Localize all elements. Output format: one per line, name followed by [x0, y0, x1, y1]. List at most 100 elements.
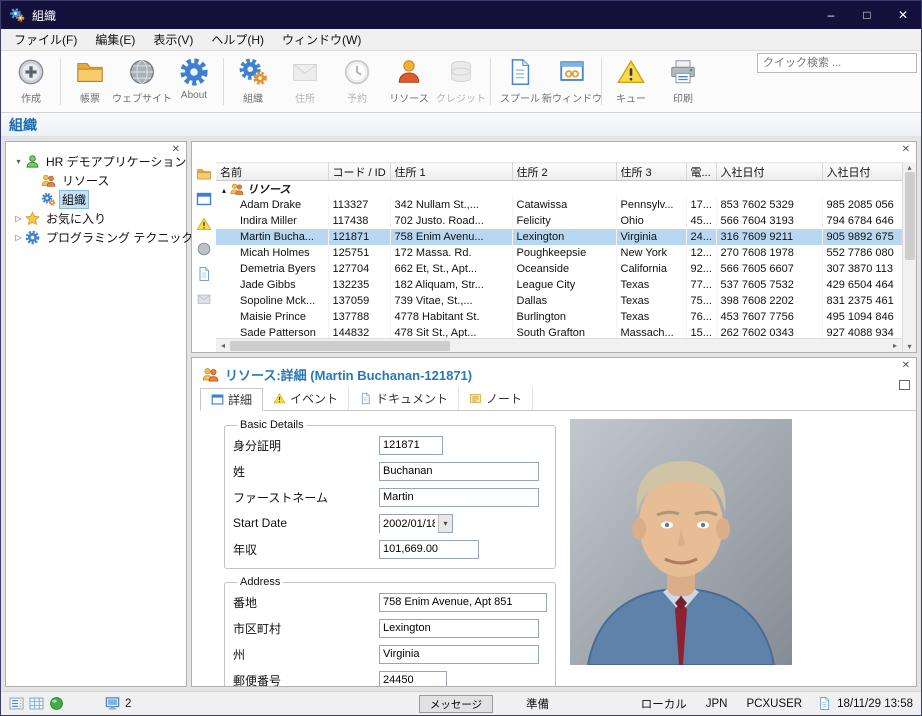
toolbar-button-label: 帳票	[80, 90, 100, 105]
scroll-down-icon[interactable]: ▾	[903, 342, 917, 351]
circle-icon[interactable]	[196, 241, 212, 257]
state-input[interactable]	[379, 645, 539, 664]
toolbar-button-printer[interactable]: 印刷	[657, 51, 709, 112]
street-input[interactable]	[379, 593, 547, 612]
table-row[interactable]: Indira Miller117438702 Justo. Road...Fel…	[216, 213, 902, 229]
last-name-input[interactable]	[379, 462, 539, 481]
table-cell: 853 7602 5329	[716, 197, 822, 213]
start-date-combo[interactable]: ▾	[379, 514, 453, 533]
user-label: PCXUSER	[747, 698, 803, 710]
toolbar-button-doc[interactable]: スプール	[494, 51, 546, 112]
table-cell: Maisie Prince	[216, 309, 328, 325]
folder-icon[interactable]	[196, 166, 212, 182]
menu-item-2[interactable]: 表示(V)	[144, 29, 202, 50]
group-row[interactable]: ▴リソース	[216, 181, 902, 198]
menu-item-0[interactable]: ファイル(F)	[5, 29, 86, 50]
table-cell: 270 7608 1978	[716, 245, 822, 261]
table-cell: 75...	[686, 293, 716, 309]
table-row[interactable]: Maisie Prince1377884778 Habitant St.Burl…	[216, 309, 902, 325]
float-panel-icon[interactable]	[899, 380, 910, 390]
column-header-5[interactable]: 電...	[686, 163, 716, 181]
table-row[interactable]: Sopoline Mck...137059739 Vitae, St.,...D…	[216, 293, 902, 309]
doc-icon[interactable]	[196, 266, 212, 282]
zip-input[interactable]	[379, 671, 447, 688]
toolbar-button-person[interactable]: リソース	[383, 51, 435, 112]
mail-icon[interactable]	[196, 291, 212, 307]
message-button[interactable]: メッセージ	[419, 695, 493, 713]
details-tabs: 詳細イベントドキュメントノート	[200, 388, 916, 411]
tree-panel-close-icon[interactable]: ✕	[172, 145, 180, 155]
horizontal-scroll-thumb[interactable]	[230, 341, 450, 351]
column-header-2[interactable]: 住所 1	[390, 163, 512, 181]
grid-view-icon[interactable]	[29, 696, 44, 711]
combo-dropdown-icon[interactable]: ▾	[438, 515, 452, 532]
start-date-input[interactable]	[380, 515, 438, 534]
tree-expander-icon: ▷	[12, 233, 25, 242]
scroll-left-icon[interactable]: ◂	[216, 341, 230, 350]
tab-3[interactable]: ノート	[459, 387, 533, 410]
tree-item-4[interactable]: ▷プログラミング テクニック	[6, 228, 186, 247]
monitor-icon	[105, 696, 120, 711]
table-cell: 76...	[686, 309, 716, 325]
column-header-7[interactable]: 入社日付	[822, 163, 902, 181]
quick-search-input[interactable]	[757, 53, 917, 73]
tree-item-0[interactable]: ▾HR デモアプリケーション	[6, 152, 186, 171]
scroll-right-icon[interactable]: ▸	[888, 341, 902, 350]
toolbar-button-gear-blue[interactable]: About	[168, 51, 220, 112]
warning-icon[interactable]	[196, 216, 212, 232]
employee-id-input[interactable]	[379, 436, 443, 455]
tab-1[interactable]: イベント	[263, 387, 349, 410]
tab-2[interactable]: ドキュメント	[349, 387, 459, 410]
toolbar-buttons: 作成帳票ウェブサイトAbout組織住所予約リソースクレジットスプール新ウィンドウ…	[1, 51, 709, 112]
window-small-icon[interactable]	[196, 191, 212, 207]
table-row[interactable]: Martin Bucha...121871758 Enim Avenu...Le…	[216, 229, 902, 245]
column-header-6[interactable]: 入社日付	[716, 163, 822, 181]
minimize-button[interactable]: –	[813, 1, 849, 29]
tab-0[interactable]: 詳細	[200, 388, 263, 411]
first-name-input[interactable]	[379, 488, 539, 507]
column-header-3[interactable]: 住所 2	[512, 163, 616, 181]
tree-item-1[interactable]: リソース	[6, 171, 186, 190]
table-row[interactable]: Adam Drake113327342 Nullam St.,...Catawi…	[216, 197, 902, 213]
toolbar-button-plus[interactable]: 作成	[5, 51, 57, 112]
toolbar-button-gear-org[interactable]: 組織	[227, 51, 279, 112]
group-label: リソース	[247, 184, 290, 196]
person-icon	[394, 56, 424, 88]
horizontal-scrollbar[interactable]: ◂ ▸	[216, 338, 902, 352]
log-icon[interactable]	[817, 696, 832, 711]
table-row[interactable]: Jade Gibbs132235182 Aliquam, Str...Leagu…	[216, 277, 902, 293]
table-panel-close-icon[interactable]: ✕	[902, 145, 910, 155]
scroll-up-icon[interactable]: ▴	[903, 163, 917, 172]
tree-item-label: 組織	[59, 190, 89, 209]
list-view-icon[interactable]	[9, 696, 24, 711]
table-row[interactable]: Micah Holmes125751172 Massa. Rd.Poughkee…	[216, 245, 902, 261]
tree-item-2[interactable]: 組織	[6, 190, 186, 209]
maximize-button[interactable]: □	[849, 1, 885, 29]
vertical-scrollbar[interactable]: ▴ ▾	[902, 162, 916, 352]
table-row[interactable]: Sade Patterson144832478 Sit St., Apt...S…	[216, 325, 902, 338]
column-header-4[interactable]: 住所 3	[616, 163, 686, 181]
vertical-scroll-thumb[interactable]	[905, 172, 915, 260]
resource-table-panel: ✕ 名前コード / ID住所 1住所 2住所 3電...入社日付入社日付 ▴リソ…	[191, 141, 917, 353]
column-header-1[interactable]: コード / ID	[328, 163, 390, 181]
statusbar: 2 メッセージ 準備 ローカル JPN PCXUSER 18/11/29 13:…	[1, 691, 921, 715]
city-input[interactable]	[379, 619, 539, 638]
toolbar-button-folder[interactable]: 帳票	[64, 51, 116, 112]
gear-org-icon	[238, 56, 268, 88]
toolbar-button-warning[interactable]: キュー	[605, 51, 657, 112]
toolbar-button-globe[interactable]: ウェブサイト	[116, 51, 168, 112]
menu-item-3[interactable]: ヘルプ(H)	[202, 29, 273, 50]
field-label: 番地	[233, 594, 379, 611]
toolbar-button-window-link[interactable]: 新ウィンドウ	[546, 51, 598, 112]
column-header-0[interactable]: 名前	[216, 163, 328, 181]
tree-item-3[interactable]: ▷お気に入り	[6, 209, 186, 228]
close-button[interactable]: ✕	[885, 1, 921, 29]
details-panel-close-icon[interactable]: ✕	[902, 361, 910, 371]
salary-input[interactable]	[379, 540, 479, 559]
table-cell: Jade Gibbs	[216, 277, 328, 293]
table-row[interactable]: Demetria Byers127704662 Et, St., Apt...O…	[216, 261, 902, 277]
details-content: Basic Details 身分証明姓ファーストネームStart Date▾年収…	[192, 411, 916, 686]
menu-item-4[interactable]: ウィンドウ(W)	[273, 29, 370, 50]
menu-item-1[interactable]: 編集(E)	[86, 29, 144, 50]
toolbar-button-label: 予約	[347, 90, 367, 105]
